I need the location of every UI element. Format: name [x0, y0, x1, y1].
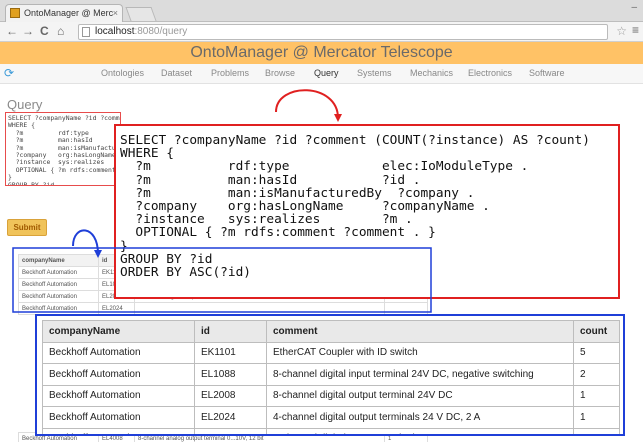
query-line: SELECT ?companyName ?id ?comment (COUNT(… [120, 133, 590, 148]
table-cell: EL2024 [98, 302, 135, 315]
column-header: companyName [18, 254, 99, 267]
nav-electronics[interactable]: Electronics [468, 68, 512, 78]
table-cell: EtherCAT Coupler with ID switch [266, 341, 574, 364]
query-line: OPTIONAL { ?m rdfs:comment ?comment . } [120, 225, 436, 241]
query-text-large: SELECT ?companyName ?id ?comment (COUNT(… [116, 126, 618, 279]
browser-tab-title: OntoManager @ Merc [24, 8, 114, 18]
table-cell [134, 302, 385, 315]
table-cell: EK1101 [194, 341, 267, 364]
table-cell: 1 [573, 406, 620, 429]
url-host: localhost [95, 26, 135, 37]
query-zoom-callout: SELECT ?companyName ?id ?comment (COUNT(… [114, 124, 620, 299]
forward-arrow-icon[interactable]: → [22, 24, 34, 39]
nav-query[interactable]: Query [314, 68, 339, 78]
query-line: ORDER BY ASC(?id) [120, 265, 251, 281]
table-cell: EL2024 [194, 406, 267, 429]
table-cell: EL2008 [194, 384, 267, 407]
browser-tab[interactable]: OntoManager @ Merc × [5, 4, 123, 22]
reload-icon[interactable]: C [40, 24, 49, 39]
nav-systems[interactable]: Systems [357, 68, 392, 78]
main-nav: ⟳ Ontologies Dataset Problems Browse Que… [0, 64, 643, 84]
table-cell: 8-channel digital output terminal 24V DC [266, 384, 574, 407]
table-cell: 1 [573, 384, 620, 407]
results-callout-arrow [72, 229, 102, 258]
new-tab-button[interactable] [125, 7, 157, 21]
table-cell: Beckhoff Automation [18, 302, 99, 315]
table-row: Beckhoff Automation EL2124 4-channel dig… [42, 427, 620, 434]
table-row: Beckhoff Automation EL2024 [18, 302, 428, 315]
url-path: :8080/query [134, 26, 188, 37]
column-header-companyname: companyName [42, 320, 195, 343]
table-row: Beckhoff Automation EL1088 8-channel dig… [42, 363, 620, 386]
results-table: companyName id comment count Beckhoff Au… [42, 320, 620, 434]
nav-browse[interactable]: Browse [265, 68, 295, 78]
table-cell: EL2124 [194, 427, 267, 434]
table-cell: 5 [573, 341, 620, 364]
app-favicon-icon [10, 8, 20, 18]
query-callout-arrow [275, 89, 342, 122]
table-cell [384, 302, 428, 315]
table-cell: 2 [573, 427, 620, 434]
table-cell: 2 [573, 363, 620, 386]
column-header-count: count [573, 320, 620, 343]
nav-software[interactable]: Software [529, 68, 565, 78]
table-cell: Beckhoff Automation [42, 427, 195, 434]
table-row: Beckhoff Automation EL2008 8-channel dig… [42, 384, 620, 407]
table-cell: Beckhoff Automation [18, 290, 99, 303]
query-textarea[interactable]: SELECT ?companyName ?id ?comment (COUNT(… [5, 112, 121, 186]
nav-problems[interactable]: Problems [211, 68, 249, 78]
table-cell: Beckhoff Automation [42, 406, 195, 429]
table-cell: 4-channel digital output terminals 5 V D… [266, 427, 574, 434]
table-header-row: companyName id comment count [42, 320, 620, 343]
table-row: Beckhoff Automation EL2024 4-channel dig… [42, 406, 620, 429]
browser-toolbar: ← → C ⌂ localhost:8080/query ☆ ≡ [0, 22, 643, 42]
nav-mechanics[interactable]: Mechanics [410, 68, 453, 78]
table-cell: Beckhoff Automation [42, 363, 195, 386]
submit-button[interactable]: Submit [7, 219, 47, 236]
table-cell: 8-channel digital input terminal 24V DC,… [266, 363, 574, 386]
close-icon[interactable]: × [113, 5, 118, 21]
page-icon [82, 27, 90, 37]
back-arrow-icon[interactable]: ← [6, 24, 18, 39]
query-text-small: SELECT ?companyName ?id ?comment (COUNT(… [8, 114, 120, 186]
app-title: OntoManager @ Mercator Telescope [0, 42, 643, 64]
url-input[interactable]: localhost:8080/query [78, 24, 608, 40]
table-cell: Beckhoff Automation [42, 341, 195, 364]
table-cell: Beckhoff Automation [18, 278, 99, 291]
nav-ontologies[interactable]: Ontologies [101, 68, 144, 78]
home-icon[interactable]: ⌂ [57, 24, 64, 39]
results-zoom-callout: companyName id comment count Beckhoff Au… [35, 314, 625, 436]
table-row: Beckhoff Automation EK1101 EtherCAT Coup… [42, 341, 620, 364]
menu-icon[interactable]: ≡ [632, 23, 639, 37]
nav-dataset[interactable]: Dataset [161, 68, 192, 78]
minimize-icon[interactable]: – [631, 2, 637, 13]
column-header-id: id [194, 320, 267, 343]
table-cell: Beckhoff Automation [42, 384, 195, 407]
table-cell: EL1088 [194, 363, 267, 386]
table-cell: 4-channel digital output terminals 24 V … [266, 406, 574, 429]
bookmark-star-icon[interactable]: ☆ [616, 24, 627, 38]
refresh-circle-icon[interactable]: ⟳ [4, 66, 18, 80]
page-title: Query [7, 97, 43, 112]
browser-tab-bar: OntoManager @ Merc × – [0, 0, 643, 22]
table-cell: Beckhoff Automation [18, 266, 99, 279]
column-header-comment: comment [266, 320, 574, 343]
